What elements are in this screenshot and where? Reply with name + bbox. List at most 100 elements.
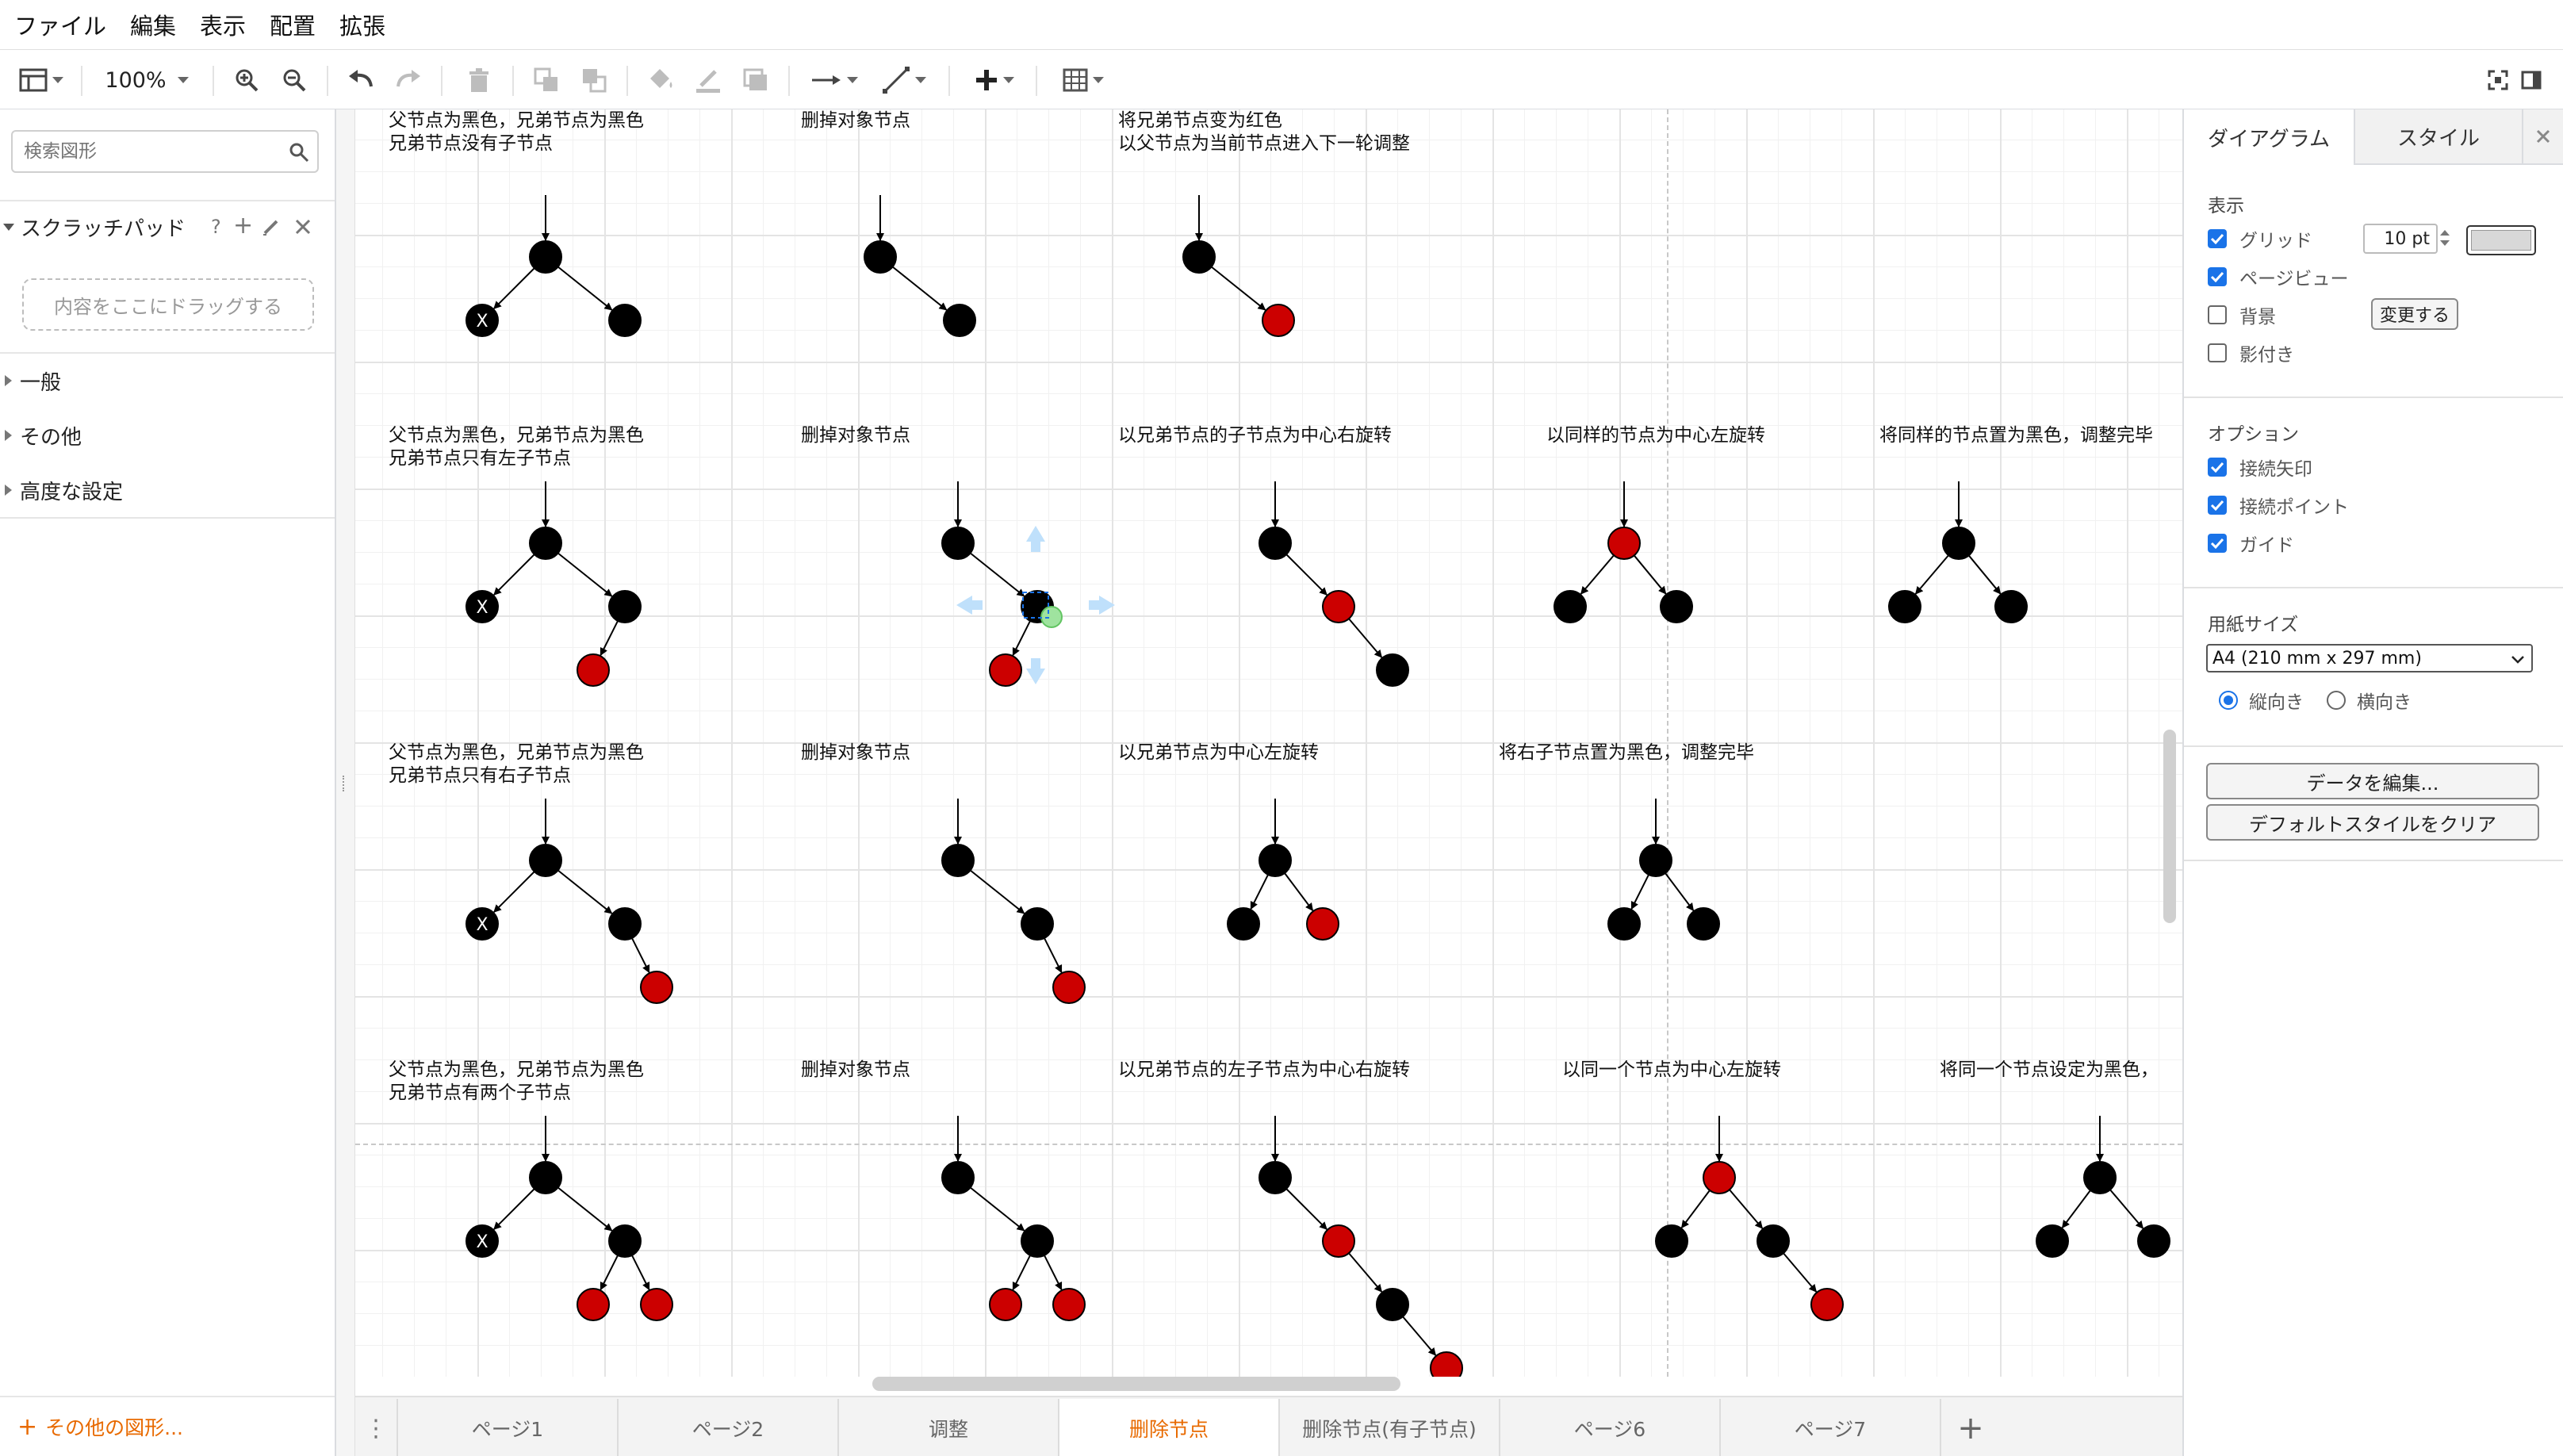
line-color-button[interactable] (688, 50, 728, 110)
tab-diagram[interactable]: ダイアグラム (2184, 109, 2354, 165)
tree-edge[interactable] (557, 552, 613, 597)
tab-page7[interactable]: ページ7 (1721, 1399, 1941, 1456)
waypoints-button[interactable] (872, 50, 936, 110)
zoom-out-button[interactable] (274, 50, 314, 110)
tree-edge[interactable] (1044, 1255, 1063, 1291)
tree-edge[interactable] (1284, 872, 1314, 912)
red-node[interactable] (1810, 1288, 1844, 1321)
tab-page2[interactable]: ページ2 (619, 1399, 839, 1456)
page-view-checkbox[interactable]: ページビュー (2208, 263, 2349, 290)
section-general[interactable]: 一般 (0, 352, 335, 408)
connection-arrows-checkbox[interactable]: 接続矢印 (2208, 454, 2312, 481)
scratchpad-help[interactable]: ? (211, 216, 221, 238)
red-node[interactable] (1703, 1161, 1736, 1194)
background-checkbox[interactable]: 背景 (2208, 301, 2276, 328)
red-node[interactable] (1262, 304, 1295, 337)
connection-style-button[interactable] (803, 50, 866, 110)
to-back-button[interactable] (574, 50, 614, 110)
grid-size-input[interactable]: 10 pt (2363, 224, 2438, 254)
black-node[interactable] (1888, 590, 1921, 623)
tree-edge[interactable] (557, 266, 613, 311)
tree-edge[interactable] (1012, 1255, 1031, 1291)
paper-size-select[interactable]: A4 (210 mm x 297 mm) (2206, 644, 2533, 672)
tree-edge[interactable] (1285, 1188, 1327, 1230)
black-node[interactable] (1182, 240, 1216, 274)
black-node[interactable] (1942, 527, 1975, 560)
tree-edge[interactable] (493, 554, 535, 596)
scratchpad-add-icon[interactable]: + (233, 212, 253, 239)
tree-edge[interactable] (969, 869, 1025, 914)
red-node[interactable] (1306, 907, 1339, 941)
tree-edge[interactable] (1680, 1190, 1711, 1228)
black-node[interactable] (608, 590, 642, 623)
tree-edge[interactable] (1783, 1252, 1818, 1293)
vertical-scrollbar[interactable] (2163, 730, 2176, 923)
tree-edge[interactable] (557, 869, 613, 914)
tab-delete-node[interactable]: 删除节点 (1059, 1399, 1280, 1456)
red-node[interactable] (1322, 1224, 1355, 1258)
tree-edge[interactable] (1348, 1252, 1383, 1293)
redo-button[interactable] (389, 50, 428, 110)
scratchpad-header[interactable]: スクラッチパッド ? + (0, 200, 335, 252)
page-menu-button[interactable]: ⋮ (355, 1399, 398, 1456)
black-node[interactable] (1259, 527, 1292, 560)
zoom-dropdown[interactable]: 100% (95, 50, 198, 110)
to-front-button[interactable] (527, 50, 566, 110)
grid-size-spinner[interactable] (2438, 225, 2452, 254)
portrait-radio[interactable]: 縦向き (2219, 687, 2304, 714)
red-node[interactable] (640, 1288, 673, 1321)
undo-button[interactable] (341, 50, 381, 110)
format-panel-toggle[interactable] (2515, 50, 2547, 110)
tree-edge[interactable] (1044, 937, 1063, 974)
tree-edge[interactable] (1348, 618, 1383, 658)
connection-points-checkbox[interactable]: 接続ポイント (2208, 492, 2349, 519)
tab-page1[interactable]: ページ1 (398, 1399, 619, 1456)
tree-edge[interactable] (1914, 554, 1949, 595)
red-node[interactable] (640, 971, 673, 1004)
menu-edit[interactable]: 編集 (130, 8, 176, 41)
black-node[interactable] (2137, 1224, 2170, 1258)
tree-edge[interactable] (969, 552, 1025, 597)
black-node[interactable] (1639, 844, 1672, 877)
fullscreen-button[interactable] (2482, 50, 2514, 110)
red-node[interactable] (989, 1288, 1022, 1321)
tree-edge[interactable] (2061, 1190, 2091, 1228)
tree-edge[interactable] (1580, 554, 1615, 595)
tab-adjust[interactable]: 调整 (839, 1399, 1059, 1456)
shadow-checkbox[interactable]: 影付き (2208, 339, 2294, 366)
red-node[interactable] (1052, 1288, 1086, 1321)
black-node[interactable] (864, 240, 897, 274)
black-node[interactable] (608, 1224, 642, 1258)
zoom-in-button[interactable] (227, 50, 266, 110)
view-panels-button[interactable] (11, 50, 71, 110)
tree-edge[interactable] (1630, 874, 1649, 910)
tree-edge[interactable] (1402, 1316, 1437, 1356)
black-node[interactable] (1554, 590, 1587, 623)
menu-arrange[interactable]: 配置 (270, 8, 316, 41)
black-node[interactable] (2036, 1224, 2069, 1258)
table-button[interactable] (1052, 50, 1115, 110)
change-background-button[interactable]: 変更する (2371, 298, 2458, 330)
tree-edge[interactable] (493, 871, 535, 913)
black-node[interactable] (1227, 907, 1260, 941)
black-node[interactable] (1607, 907, 1641, 941)
red-node[interactable] (577, 653, 610, 687)
tab-page6[interactable]: ページ6 (1500, 1399, 1721, 1456)
tab-delete-node-with-children[interactable]: 删除节点(有子节点) (1280, 1399, 1500, 1456)
tree-edge[interactable] (1210, 266, 1266, 311)
menu-view[interactable]: 表示 (200, 8, 246, 41)
black-node[interactable] (941, 844, 975, 877)
black-node[interactable] (1376, 1288, 1409, 1321)
search-icon[interactable] (289, 142, 309, 163)
search-input[interactable] (13, 132, 266, 171)
black-node[interactable] (941, 527, 975, 560)
black-node[interactable] (1021, 1224, 1054, 1258)
tree-edge[interactable] (1633, 554, 1667, 595)
grid-checkbox[interactable]: グリッド (2208, 225, 2312, 252)
black-node[interactable] (1655, 1224, 1688, 1258)
delete-button[interactable] (458, 50, 500, 110)
tree-edge[interactable] (891, 266, 948, 311)
tree-edge[interactable] (1250, 874, 1269, 910)
black-node[interactable] (529, 240, 562, 274)
insert-button[interactable] (963, 50, 1026, 110)
